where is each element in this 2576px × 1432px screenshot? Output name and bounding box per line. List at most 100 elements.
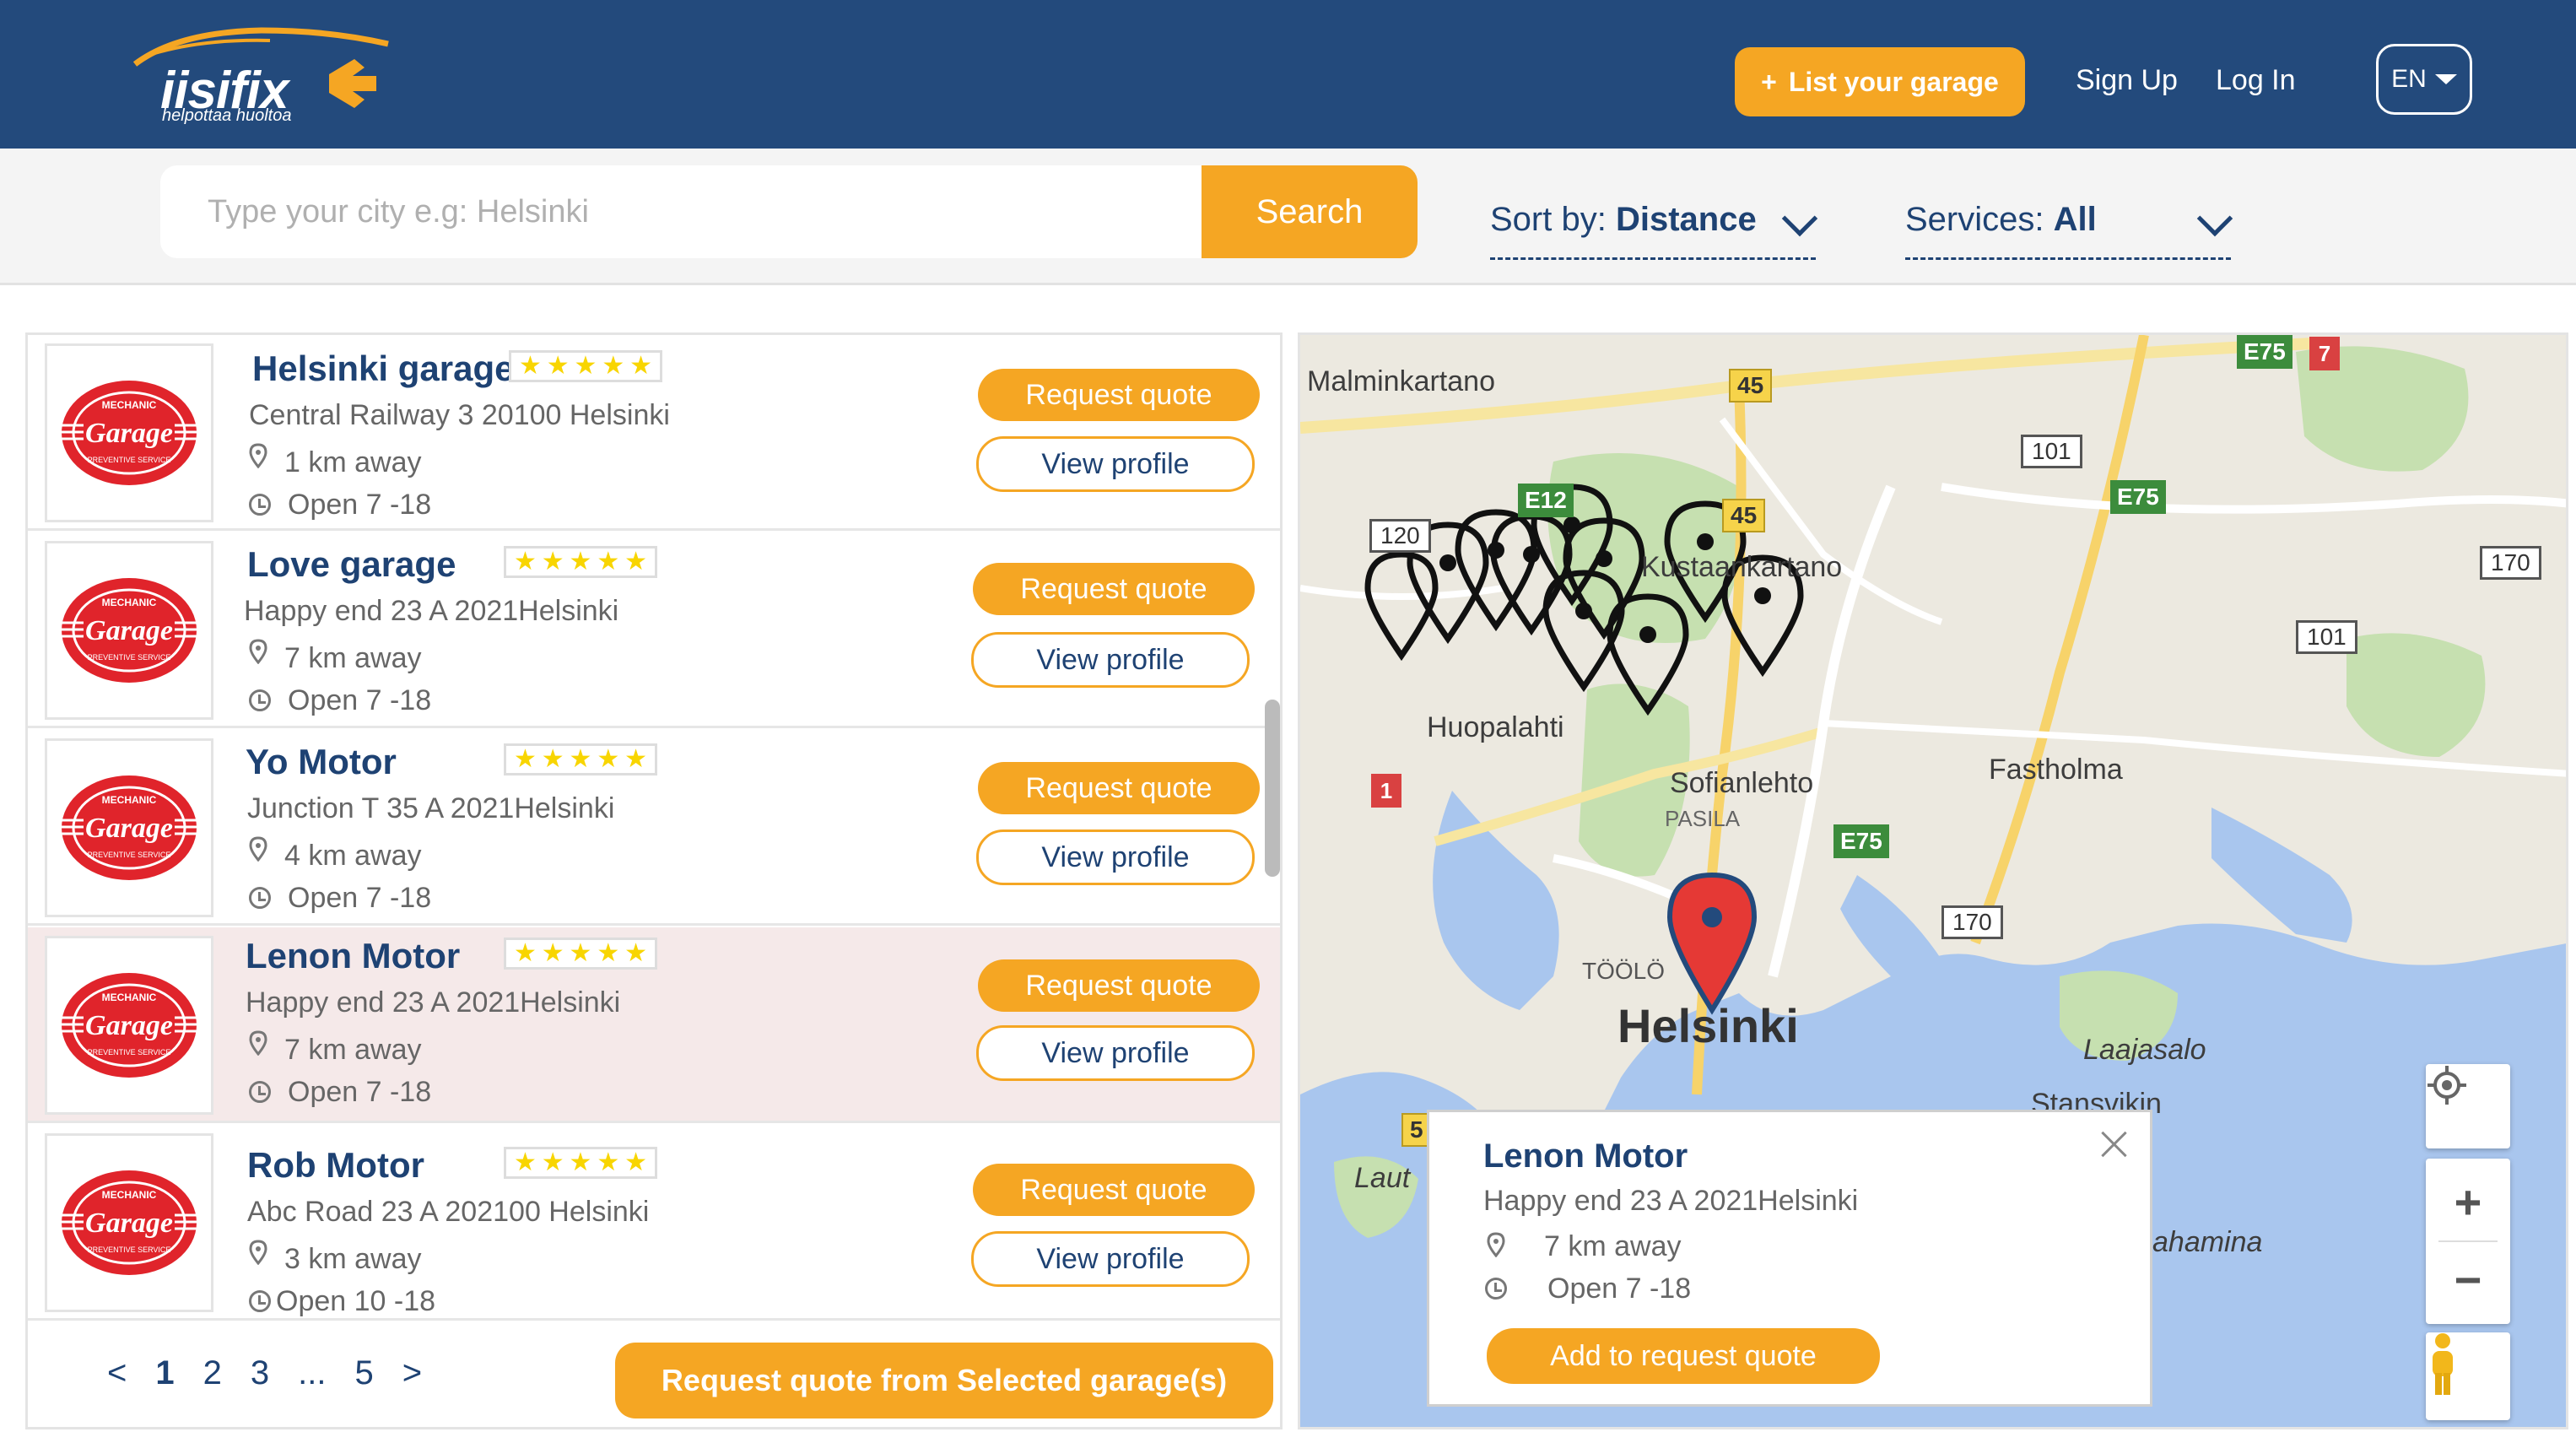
location-pin-icon xyxy=(1487,1232,1505,1257)
garage-hours: Open 7 -18 xyxy=(288,1076,432,1108)
page-ellipsis: ... xyxy=(298,1354,327,1391)
selected-garage-marker[interactable] xyxy=(1666,872,1758,1015)
svg-text:MECHANIC: MECHANIC xyxy=(102,1189,157,1201)
view-profile-button[interactable]: View profile xyxy=(976,1025,1255,1081)
garage-thumbnail[interactable]: MECHANIC Garage PREVENTIVE SERVICE xyxy=(45,541,213,720)
sort-label: Sort by: xyxy=(1490,201,1607,238)
garage-name[interactable]: Helsinki garage xyxy=(252,349,514,389)
garage-thumbnail[interactable]: MECHANIC Garage PREVENTIVE SERVICE xyxy=(45,1133,213,1312)
garage-row[interactable]: MECHANIC Garage PREVENTIVE SERVICE Rob M… xyxy=(28,1125,1280,1321)
popup-garage-hours: Open 7 -18 xyxy=(1547,1273,1692,1305)
place-label: PASILA xyxy=(1665,806,1741,831)
place-label: Laajasalo xyxy=(2083,1034,2206,1066)
garage-name[interactable]: Love garage xyxy=(247,544,456,585)
place-label: Sofianlehto xyxy=(1670,767,1814,799)
garage-row[interactable]: MECHANIC Garage PREVENTIVE SERVICE Lenon… xyxy=(28,927,1280,1123)
list-scrollbar[interactable] xyxy=(1265,700,1280,877)
star-icon: ★ xyxy=(569,745,592,773)
garage-badge-logo: MECHANIC Garage PREVENTIVE SERVICE xyxy=(60,381,198,485)
services-label: Services: xyxy=(1905,201,2044,238)
page-3-link[interactable]: 3 xyxy=(251,1354,269,1392)
log-in-link[interactable]: Log In xyxy=(2216,64,2296,97)
star-icon: ★ xyxy=(513,548,537,576)
svg-text:PREVENTIVE SERVICE: PREVENTIVE SERVICE xyxy=(88,1048,171,1056)
search-button[interactable]: Search xyxy=(1202,165,1418,258)
svg-text:Garage: Garage xyxy=(85,813,173,844)
place-label: ahamina xyxy=(2152,1226,2263,1258)
road-badge: 1 xyxy=(1371,774,1401,808)
sort-dropdown[interactable]: Sort by: Distance xyxy=(1490,200,1818,260)
location-pin-icon xyxy=(249,836,267,862)
list-your-garage-button[interactable]: + List your garage xyxy=(1735,47,2025,116)
garage-badge-logo: MECHANIC Garage PREVENTIVE SERVICE xyxy=(60,973,198,1078)
prev-page-button[interactable]: < xyxy=(107,1354,127,1392)
chevron-down-icon xyxy=(2196,200,2233,237)
next-page-button[interactable]: > xyxy=(402,1354,422,1392)
view-profile-button[interactable]: View profile xyxy=(976,436,1255,492)
view-profile-button[interactable]: View profile xyxy=(976,829,1255,885)
svg-text:Garage: Garage xyxy=(85,1010,173,1041)
add-to-request-quote-button[interactable]: Add to request quote xyxy=(1487,1328,1880,1384)
close-icon[interactable] xyxy=(2098,1127,2130,1159)
star-icon: ★ xyxy=(629,352,653,380)
star-icon: ★ xyxy=(624,939,648,967)
star-icon: ★ xyxy=(597,548,620,576)
garage-name[interactable]: Yo Motor xyxy=(246,742,397,782)
services-dropdown[interactable]: Services: All xyxy=(1905,200,2233,260)
list-your-garage-label: List your garage xyxy=(1788,66,1999,97)
svg-text:Garage: Garage xyxy=(85,1208,173,1239)
garage-name[interactable]: Lenon Motor xyxy=(246,936,460,976)
road-badge: 7 xyxy=(2309,337,2340,370)
garage-thumbnail[interactable]: MECHANIC Garage PREVENTIVE SERVICE xyxy=(45,343,213,522)
search-toolbar: Search Sort by: Distance Services: All xyxy=(0,149,2576,285)
star-icon: ★ xyxy=(624,1148,648,1176)
page-5-link[interactable]: 5 xyxy=(354,1354,373,1392)
map-view[interactable]: Malminkartano Kustaankartano Huopalahti … xyxy=(1298,332,2568,1429)
page-1-link[interactable]: 1 xyxy=(155,1354,174,1392)
star-icon: ★ xyxy=(624,548,648,576)
garage-row[interactable]: MECHANIC Garage PREVENTIVE SERVICE Helsi… xyxy=(28,335,1280,531)
request-quote-button[interactable]: Request quote xyxy=(978,369,1260,421)
garage-distance: 4 km away xyxy=(284,840,422,872)
zoom-out-button[interactable]: − xyxy=(2454,1242,2482,1318)
request-quote-button[interactable]: Request quote xyxy=(973,1164,1255,1216)
view-profile-button[interactable]: View profile xyxy=(971,632,1250,688)
language-selector[interactable]: EN xyxy=(2376,44,2472,115)
road-badge: 45 xyxy=(1722,499,1766,532)
garage-info-popup: Lenon Motor Happy end 23 A 2021Helsinki … xyxy=(1427,1110,2152,1407)
sort-value: Distance xyxy=(1615,201,1757,238)
street-view-button[interactable] xyxy=(2426,1332,2510,1420)
sign-up-link[interactable]: Sign Up xyxy=(2076,64,2178,97)
garage-name[interactable]: Rob Motor xyxy=(247,1145,424,1186)
request-quote-button[interactable]: Request quote xyxy=(973,563,1255,615)
popup-garage-distance: 7 km away xyxy=(1544,1230,1682,1262)
zoom-in-button[interactable]: + xyxy=(2454,1165,2482,1240)
garage-badge-logo: MECHANIC Garage PREVENTIVE SERVICE xyxy=(60,578,198,683)
city-search-input[interactable] xyxy=(160,165,1202,258)
garage-badge-logo: MECHANIC Garage PREVENTIVE SERVICE xyxy=(60,775,198,880)
svg-text:MECHANIC: MECHANIC xyxy=(102,399,157,411)
language-value: EN xyxy=(2391,65,2427,93)
page-2-link[interactable]: 2 xyxy=(203,1354,222,1392)
location-pin-icon xyxy=(249,1030,267,1056)
garage-row[interactable]: MECHANIC Garage PREVENTIVE SERVICE Love … xyxy=(28,532,1280,728)
logo[interactable]: iisifix helpottaa huoltoa xyxy=(118,24,405,133)
chevron-down-icon xyxy=(1781,200,1818,237)
my-location-button[interactable] xyxy=(2426,1064,2510,1148)
request-quote-selected-button[interactable]: Request quote from Selected garage(s) xyxy=(615,1343,1273,1418)
garage-list[interactable]: MECHANIC Garage PREVENTIVE SERVICE Helsi… xyxy=(25,332,1283,1429)
star-rating: ★ ★ ★ ★ ★ xyxy=(509,350,662,382)
garage-thumbnail[interactable]: MECHANIC Garage PREVENTIVE SERVICE xyxy=(45,738,213,917)
request-quote-button[interactable]: Request quote xyxy=(978,762,1260,814)
star-rating: ★ ★ ★ ★ ★ xyxy=(504,743,657,775)
garage-row[interactable]: MECHANIC Garage PREVENTIVE SERVICE Yo Mo… xyxy=(28,730,1280,926)
garage-thumbnail[interactable]: MECHANIC Garage PREVENTIVE SERVICE xyxy=(45,936,213,1115)
star-icon: ★ xyxy=(597,939,620,967)
clock-icon xyxy=(249,494,271,516)
star-icon: ★ xyxy=(518,352,542,380)
request-quote-button[interactable]: Request quote xyxy=(978,959,1260,1012)
star-icon: ★ xyxy=(597,1148,620,1176)
garage-distance: 3 km away xyxy=(284,1243,422,1275)
location-pin-icon xyxy=(249,639,267,664)
view-profile-button[interactable]: View profile xyxy=(971,1231,1250,1287)
